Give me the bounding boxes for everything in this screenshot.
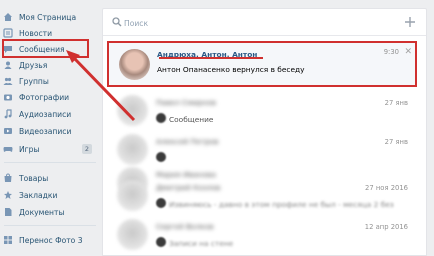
sidebar-item-groups[interactable]: Группы: [2, 74, 98, 88]
dialog-item[interactable]: Сергей Волков Записи на стене 12 апр 201…: [103, 212, 426, 255]
sidebar-item-label: Друзья: [19, 60, 48, 70]
dialog-last-message: Антон Опанасенко вернулся в беседу: [157, 65, 305, 74]
dialog-time: 12 апр 2016: [364, 223, 408, 231]
sidebar-item-label: Закладки: [19, 190, 58, 200]
sidebar-item-goods[interactable]: Товары: [2, 171, 98, 185]
sidebar-item-documents[interactable]: Документы: [2, 205, 98, 219]
dialog-last-message: Извиняюсь - давно в этом профиле не был …: [169, 200, 394, 209]
search-bar: [103, 9, 426, 36]
avatar: [156, 113, 166, 123]
video-icon: [2, 126, 13, 137]
sidebar-item-photos[interactable]: Фотографии: [2, 90, 98, 104]
sidebar-item-label: Товары: [19, 173, 49, 183]
messages-highlight-box: [2, 39, 89, 58]
dialogs-panel: Андрюха, Антон, Антон Антон Опанасенко в…: [102, 8, 427, 256]
avatar: [156, 237, 166, 247]
sidebar-item-label: Новости: [19, 28, 53, 38]
app-icon: [2, 235, 13, 246]
sidebar-divider: [4, 162, 96, 163]
bookmarks-icon: [2, 190, 13, 201]
sidebar-divider: [4, 225, 96, 226]
avatar: [119, 49, 150, 80]
title-underline: [159, 57, 263, 59]
dialog-title: Павел Смирнов: [156, 98, 217, 107]
search-icon: [112, 17, 122, 27]
games-count-badge: 2: [82, 144, 92, 154]
close-icon[interactable]: ✕: [404, 47, 412, 57]
dialog-last-message: Сообщение: [169, 115, 214, 124]
audio-icon: [2, 109, 13, 120]
avatar: [156, 198, 166, 208]
dialog-title: Дмитрий Козлов: [156, 183, 221, 192]
sidebar-item-label: Моя Страница: [19, 12, 77, 22]
news-icon: [2, 28, 13, 39]
games-icon: [2, 144, 13, 155]
dialog-time: 27 янв: [384, 138, 408, 146]
dialog-last-message: Записи на стене: [169, 239, 234, 248]
dialog-time: 27 янв: [384, 99, 408, 107]
dialog-title: Алексей Петров: [156, 137, 219, 146]
dialog-item[interactable]: Андрюха, Антон, Антон Антон Опанасенко в…: [107, 41, 417, 87]
sidebar-item-games[interactable]: Игры 2: [2, 142, 98, 156]
sidebar-item-news[interactable]: Новости: [2, 26, 98, 40]
avatar: [117, 180, 148, 211]
avatar: [117, 219, 148, 250]
groups-icon: [2, 76, 13, 87]
goods-icon: [2, 173, 13, 184]
avatar: [117, 95, 148, 126]
sidebar-item-app[interactable]: Перенос Фото 3: [2, 233, 98, 247]
sidebar-item-audio[interactable]: Аудиозаписи: [2, 107, 98, 121]
home-icon: [2, 12, 13, 23]
sidebar-item-label: Видеозаписи: [19, 126, 72, 136]
sidebar-item-my-page[interactable]: Моя Страница: [2, 10, 98, 24]
sidebar-item-friends[interactable]: Друзья: [2, 58, 98, 72]
sidebar-item-label: Документы: [19, 207, 65, 217]
dialog-time: 9:30: [383, 48, 399, 56]
dialog-time: 27 ноя 2016: [365, 184, 408, 192]
sidebar-item-label: Аудиозаписи: [19, 109, 72, 119]
photos-icon: [2, 92, 13, 103]
sidebar-item-label: Группы: [19, 76, 49, 86]
search-input[interactable]: [124, 15, 384, 31]
sidebar-item-bookmarks[interactable]: Закладки: [2, 188, 98, 202]
sidebar-item-label: Перенос Фото 3: [19, 235, 83, 245]
friends-icon: [2, 60, 13, 71]
sidebar-item-video[interactable]: Видеозаписи: [2, 124, 98, 138]
sidebar-item-label: Фотографии: [19, 92, 70, 102]
sidebar-item-label: Игры: [19, 144, 40, 154]
dialog-title: Сергей Волков: [156, 222, 214, 231]
new-message-plus-icon[interactable]: [403, 15, 417, 29]
documents-icon: [2, 207, 13, 218]
